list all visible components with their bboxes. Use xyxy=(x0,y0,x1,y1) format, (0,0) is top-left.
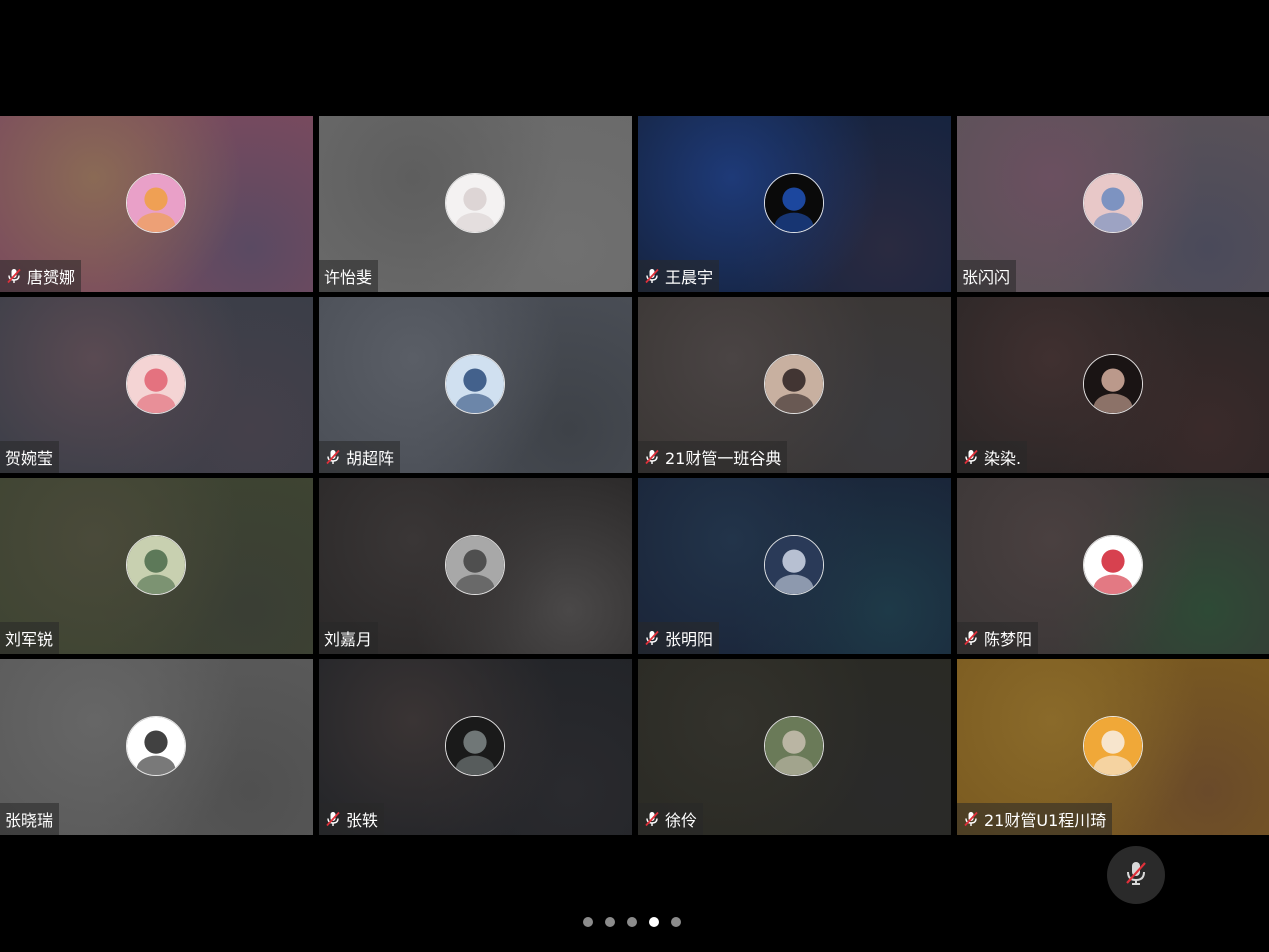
participant-tile[interactable]: 刘军锐 xyxy=(0,478,313,654)
dark-hair-avatar xyxy=(1083,354,1143,414)
anime-green-avatar xyxy=(125,535,186,595)
participant-grid: 唐赟娜 许怡斐 王晨宇 张闪闪 贺婉莹 胡超阵 21财管一班谷典 染染. 刘军锐… xyxy=(0,116,1269,836)
mic-off-icon xyxy=(1121,858,1151,892)
participant-name-tag: 唐赟娜 xyxy=(0,260,82,292)
tiger-avatar xyxy=(125,173,186,233)
participant-name: 张晓瑞 xyxy=(5,811,54,830)
participant-name-tag: 徐伶 xyxy=(638,803,704,835)
mic-muted-icon xyxy=(643,448,661,466)
mic-muted-icon xyxy=(324,810,342,828)
photo-girl-avatar xyxy=(763,354,824,414)
participant-tile[interactable]: 张闪闪 xyxy=(957,116,1269,292)
participant-name-tag: 张晓瑞 xyxy=(0,803,60,835)
participant-tile[interactable]: 染染. xyxy=(957,297,1269,473)
participant-name-tag: 张明阳 xyxy=(638,622,720,654)
participant-tile[interactable]: 胡超阵 xyxy=(319,297,632,473)
mic-muted-icon xyxy=(643,267,661,285)
participant-name: 21财管一班谷典 xyxy=(665,449,782,468)
participant-tile[interactable]: 贺婉莹 xyxy=(0,297,313,473)
participant-name-tag: 王晨宇 xyxy=(638,260,720,292)
participant-name: 染染. xyxy=(984,449,1022,468)
mic-muted-icon xyxy=(643,629,661,647)
red-bow-avatar xyxy=(1083,535,1143,595)
participant-tile[interactable]: 21财管一班谷典 xyxy=(638,297,951,473)
participant-name: 胡超阵 xyxy=(346,449,395,468)
participant-tile[interactable]: 21财管U1程川琦 xyxy=(957,659,1269,835)
participant-tile[interactable]: 张轶 xyxy=(319,659,632,835)
mic-muted-icon xyxy=(324,448,342,466)
participant-name-tag: 许怡斐 xyxy=(319,260,379,292)
mic-muted-icon xyxy=(962,810,980,828)
sheep-avatar xyxy=(1083,716,1143,776)
participant-tile[interactable]: 徐伶 xyxy=(638,659,951,835)
page-dot[interactable] xyxy=(583,917,593,927)
mic-muted-icon xyxy=(962,629,980,647)
calligraphy-avatar xyxy=(125,716,186,776)
participant-name-tag: 贺婉莹 xyxy=(0,441,60,473)
page-dot[interactable] xyxy=(671,917,681,927)
participant-tile[interactable]: 陈梦阳 xyxy=(957,478,1269,654)
photo-boy-avatar xyxy=(444,716,505,776)
participant-tile[interactable]: 张晓瑞 xyxy=(0,659,313,835)
participant-name: 陈梦阳 xyxy=(984,630,1033,649)
screen-avatar xyxy=(763,173,824,233)
participant-name-tag: 陈梦阳 xyxy=(957,622,1039,654)
mic-muted-icon xyxy=(5,267,23,285)
participant-name-tag: 胡超阵 xyxy=(319,441,401,473)
anime-blue-avatar xyxy=(444,354,505,414)
participant-tile[interactable]: 王晨宇 xyxy=(638,116,951,292)
anime-boy-avatar xyxy=(1083,173,1143,233)
participant-tile[interactable]: 许怡斐 xyxy=(319,116,632,292)
participant-name-tag: 21财管一班谷典 xyxy=(638,441,788,473)
cartoon-girl-avatar xyxy=(125,354,186,414)
meeting-screen: 唐赟娜 许怡斐 王晨宇 张闪闪 贺婉莹 胡超阵 21财管一班谷典 染染. 刘军锐… xyxy=(0,0,1269,952)
page-dot[interactable] xyxy=(627,917,637,927)
participant-name: 刘嘉月 xyxy=(324,630,373,649)
mic-muted-icon xyxy=(643,810,661,828)
participant-name-tag: 21财管U1程川琦 xyxy=(957,803,1113,835)
mic-muted-icon xyxy=(962,448,980,466)
participant-name: 唐赟娜 xyxy=(27,268,76,287)
participant-name: 张闪闪 xyxy=(962,268,1011,287)
participant-name: 贺婉莹 xyxy=(5,449,54,468)
dog-avatar xyxy=(444,535,505,595)
sketch-avatar xyxy=(444,173,505,233)
participant-tile[interactable]: 刘嘉月 xyxy=(319,478,632,654)
participant-name-tag: 刘军锐 xyxy=(0,622,60,654)
mute-toggle-button[interactable] xyxy=(1107,846,1165,904)
landscape-avatar xyxy=(763,716,824,776)
participant-name: 许怡斐 xyxy=(324,268,373,287)
participant-tile[interactable]: 唐赟娜 xyxy=(0,116,313,292)
participant-name-tag: 刘嘉月 xyxy=(319,622,379,654)
anime-dark-avatar xyxy=(763,535,824,595)
participant-name: 21财管U1程川琦 xyxy=(984,811,1107,830)
participant-name-tag: 染染. xyxy=(957,441,1028,473)
participant-name: 刘军锐 xyxy=(5,630,54,649)
participant-name-tag: 张轶 xyxy=(319,803,385,835)
participant-name: 张轶 xyxy=(346,811,379,830)
page-indicator[interactable] xyxy=(583,917,681,927)
participant-name: 张明阳 xyxy=(665,630,714,649)
page-dot[interactable] xyxy=(649,917,659,927)
page-dot[interactable] xyxy=(605,917,615,927)
participant-name: 王晨宇 xyxy=(665,268,714,287)
participant-name: 徐伶 xyxy=(665,811,698,830)
participant-name-tag: 张闪闪 xyxy=(957,260,1017,292)
participant-tile[interactable]: 张明阳 xyxy=(638,478,951,654)
